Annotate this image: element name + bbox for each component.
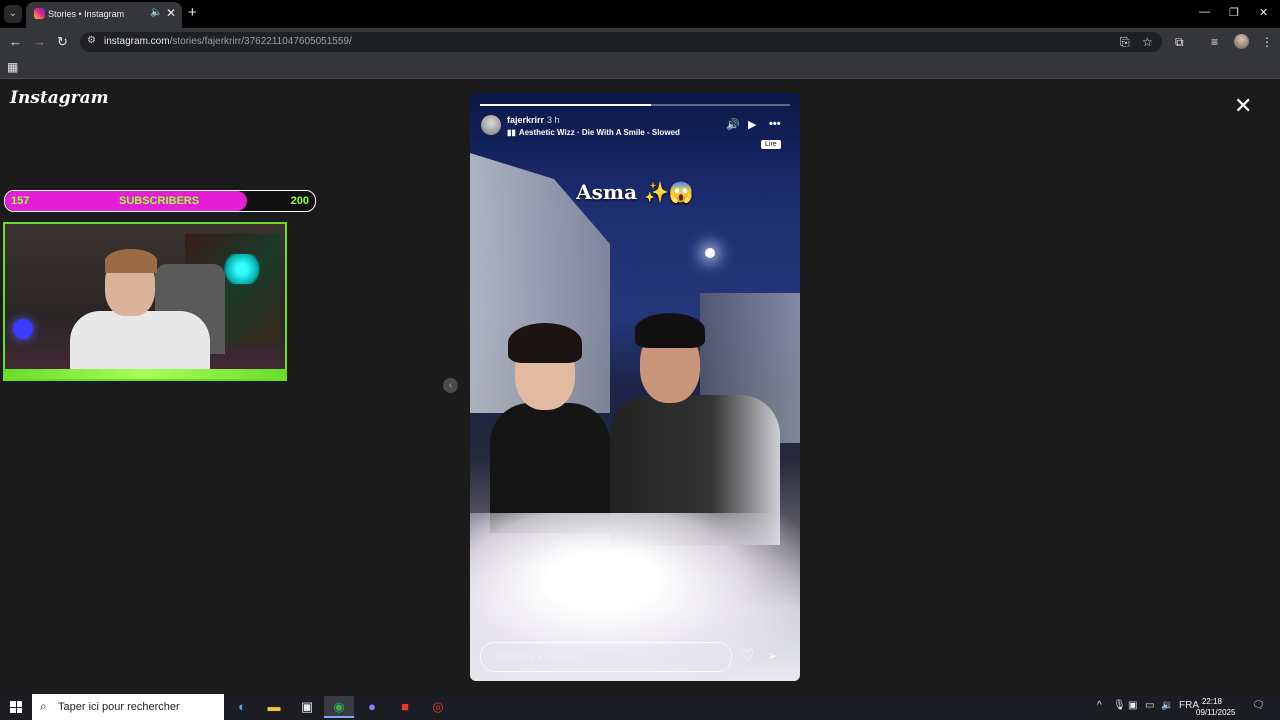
music-bars-icon: ▮▮ [507,128,516,137]
chrome-icon[interactable]: ◉ [324,696,354,718]
menu-kebab-icon[interactable]: ⋮ [1261,35,1273,49]
story-person-right-hair [635,313,705,348]
restore-button[interactable]: ❐ [1229,6,1239,19]
network-icon[interactable]: ▭ [1145,700,1154,711]
microphone-light [13,319,33,339]
minimize-button[interactable]: — [1199,6,1210,18]
play-tooltip: Lire [761,140,781,149]
story-music[interactable]: ▮▮ Aesthetic Wizz · Die With A Smile - Sl… [507,128,680,137]
taskbar-search[interactable]: ⌕ Taper ici pour rechercher [32,694,224,720]
install-app-icon[interactable]: ⎘ [1120,35,1130,50]
file-explorer-icon[interactable]: ▬ [259,696,289,718]
url-text[interactable]: instagram.com/stories/fajerkrirr/3762211… [104,36,352,47]
streamer-hair [105,249,157,273]
story-username[interactable]: fajerkrirr [507,115,544,125]
taskbar-clock[interactable]: 22:18 09/11/2025 [1196,696,1236,718]
more-options-icon[interactable]: ••• [769,118,781,130]
back-arrow-icon[interactable]: ← [9,34,22,49]
volume-tray-icon[interactable]: 🔉 [1161,700,1173,711]
tab-close-icon[interactable]: ✕ [166,6,176,20]
story-progress-current [635,104,651,106]
media-controls-icon[interactable]: ≡ [1211,35,1218,49]
tray-app-icon[interactable]: ▣ [1128,700,1137,711]
reply-placeholder: Répondre à fajerkrirr... [495,651,585,661]
taskbar-search-placeholder: Taper ici pour rechercher [58,701,180,713]
streaming-app-icon[interactable]: ■ [390,696,420,718]
tab-instagram-stories[interactable]: Stories • Instagram 🔈 ✕ [26,2,182,28]
url-host: instagram.com [104,36,170,47]
story-time: 3 h [547,115,560,125]
volume-icon[interactable]: 🔊 [726,118,740,131]
forward-arrow-icon[interactable]: → [33,34,46,49]
clock-time: 22:18 [1201,697,1223,706]
webcam-frame-bottom [5,369,285,379]
story-progress-done [480,104,635,106]
story-person-left-hair [508,323,582,363]
story-moon [705,248,715,258]
new-tab-button[interactable]: + [188,4,197,21]
bookmark-star-icon[interactable]: ☆ [1142,35,1153,49]
reply-input[interactable]: Répondre à fajerkrirr... [480,642,732,672]
search-icon: ⌕ [40,699,47,713]
close-story-icon[interactable]: ✕ [1234,93,1252,119]
subscriber-goal-current: 157 [11,195,30,207]
tab-search-button[interactable]: ⌄ [4,5,22,23]
streamer [60,249,210,379]
tab-title: Stories • Instagram [48,9,125,19]
page-content: Instagram ✕ ‹ 157 SUBSCRIBERS 200 fajerk… [0,79,1280,694]
story-music-label: Aesthetic Wizz · Die With A Smile - Slow… [518,128,680,137]
discord-icon[interactable]: ● [357,696,387,718]
tab-strip: ⌄ Stories • Instagram 🔈 ✕ + — ❐ ✕ [0,0,1280,28]
webcam-overlay [3,222,287,381]
story-person-left [490,323,610,533]
speaker-icon[interactable]: 🔈 [150,7,162,18]
hexagon-lights [220,254,264,284]
obs-icon[interactable]: ◎ [423,696,453,718]
story-person-right [610,313,780,545]
notifications-icon[interactable]: 🗨 [1252,700,1265,711]
play-icon[interactable]: ▶ [748,118,756,131]
windows-taskbar: ⌕ Taper ici pour rechercher ◐ ▬ ▣ ◉ ● ■ … [0,694,1280,720]
tray-chevron-icon[interactable]: ^ [1097,700,1102,711]
address-bar[interactable]: ⚙ instagram.com/stories/fajerkrirr/37622… [80,32,1162,52]
story-viewer[interactable]: fajerkrirr 3 h ▮▮ Aesthetic Wizz · Die Wi… [470,93,800,681]
store-icon[interactable]: ▣ [292,696,322,718]
microphone-icon[interactable]: 🎙 [1113,700,1126,711]
previous-story-chevron-icon[interactable]: ‹ [443,378,458,393]
send-icon[interactable]: ➢ [767,648,778,664]
subscriber-goal-label: SUBSCRIBERS [119,195,200,207]
subscriber-goal-bar: 157 SUBSCRIBERS 200 [4,190,316,212]
story-progress-bar [480,104,790,106]
story-caption: Asma ✨😱 [576,180,694,204]
extensions-icon[interactable]: ⧉ [1175,35,1184,50]
bookmarks-bar: ▦ [0,56,1280,79]
reload-icon[interactable]: ↻ [57,34,68,50]
clock-date: 09/11/2025 [1196,708,1236,717]
url-path: /stories/fajerkrirr/3762211047605051559/ [169,36,352,47]
instagram-favicon-icon [34,8,45,19]
instagram-logo[interactable]: Instagram [10,88,109,108]
subscriber-goal-target: 200 [290,195,309,207]
heart-icon[interactable]: ♡ [740,646,754,666]
profile-avatar[interactable] [1234,34,1249,49]
site-info-icon[interactable]: ⚙ [87,35,96,46]
apps-grid-icon[interactable]: ▦ [7,60,18,74]
story-user-avatar[interactable] [481,115,501,135]
edge-icon[interactable]: ◐ [227,696,257,718]
close-window-button[interactable]: ✕ [1259,6,1268,19]
windows-start-icon[interactable] [10,701,22,713]
